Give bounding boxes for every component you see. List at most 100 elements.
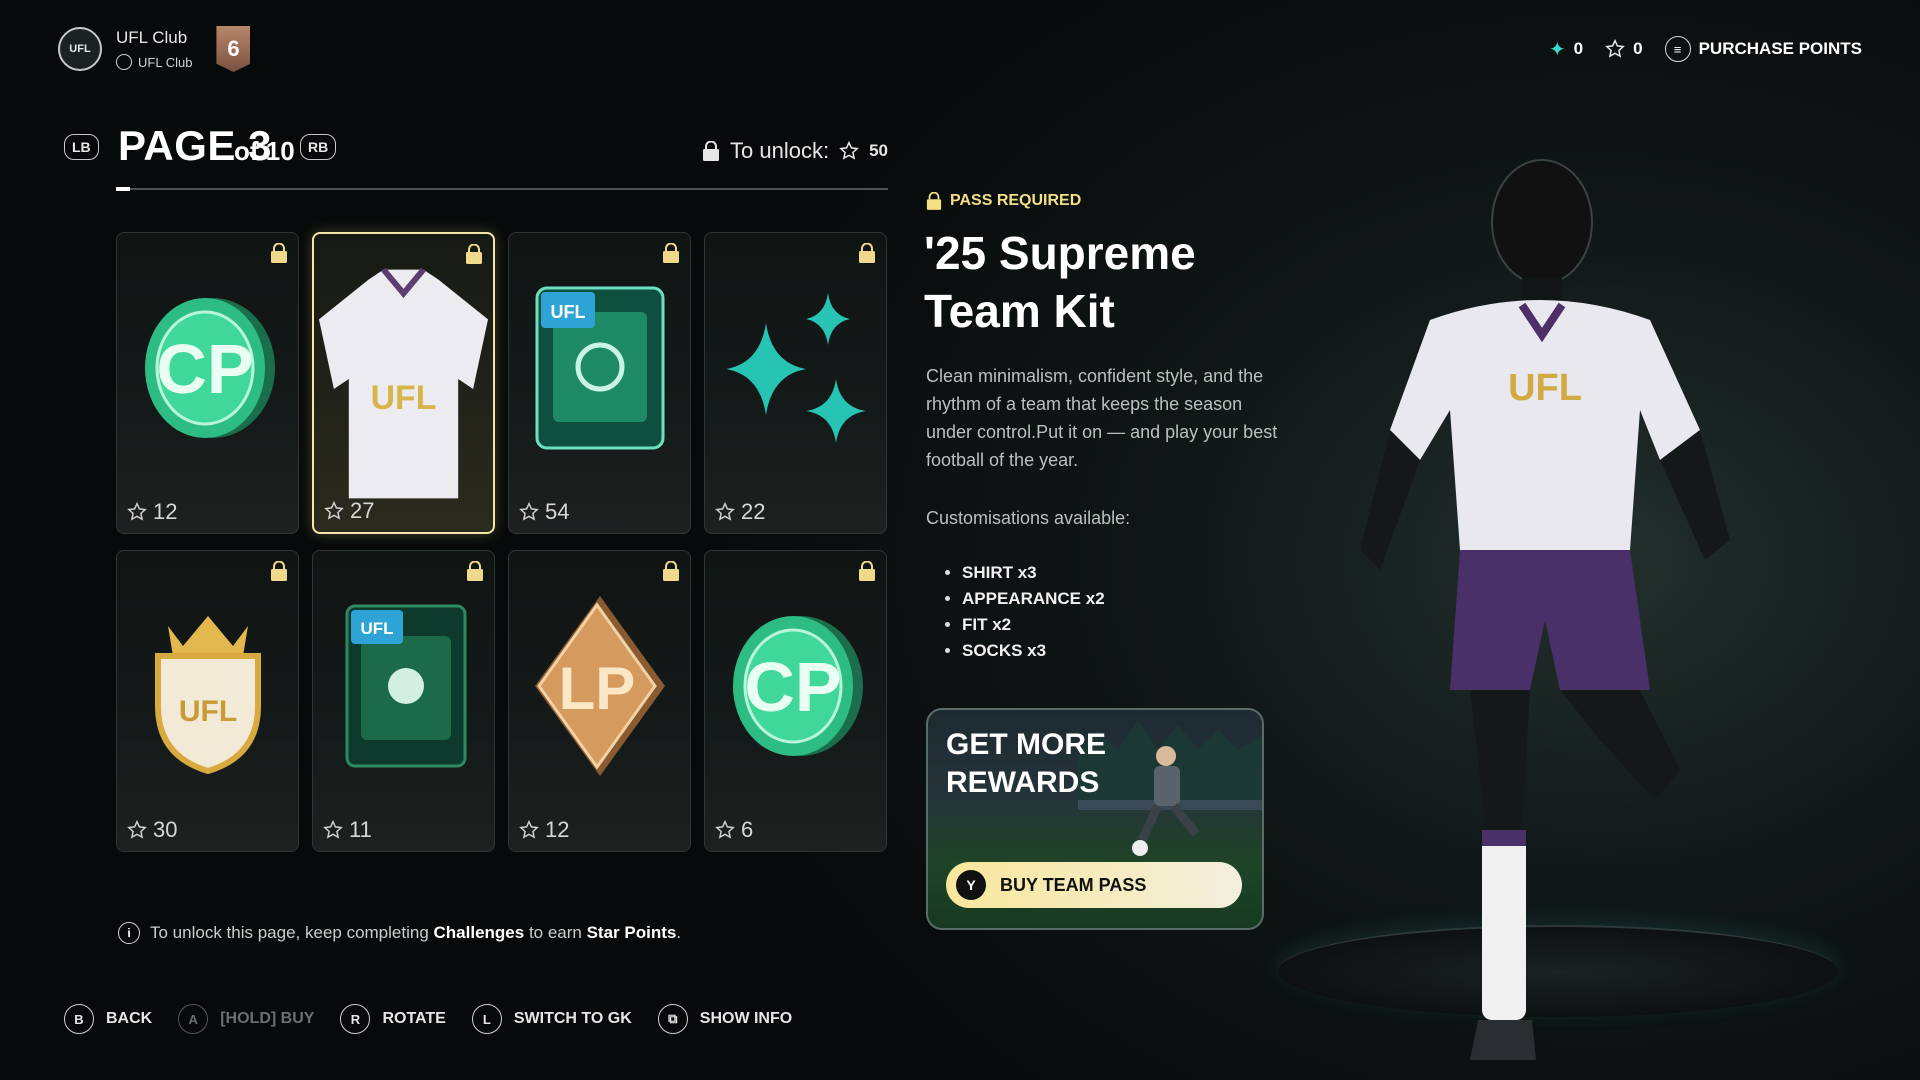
green-pack-icon: UFL bbox=[313, 581, 494, 791]
svg-text:UFL: UFL bbox=[550, 302, 585, 322]
page-progress-line bbox=[116, 187, 888, 191]
page-of: of 10 bbox=[234, 136, 295, 166]
switch-label: SWITCH TO GK bbox=[513, 1010, 632, 1027]
footer-controls: B BACK A [HOLD] BUY R ROTATE L SWITCH TO GK … bbox=[64, 1004, 792, 1034]
club-sub: UFL Club bbox=[116, 54, 192, 70]
card-cost: 12 bbox=[519, 817, 569, 843]
unlock-cost: To unlock: 50 bbox=[702, 138, 888, 164]
sparks-icon: ✦ bbox=[1548, 38, 1566, 61]
lb-button[interactable]: LB bbox=[64, 134, 99, 160]
buy-label: [HOLD] BUY bbox=[220, 1010, 315, 1027]
reward-card-card-pack[interactable]: UFL 54 bbox=[508, 232, 691, 534]
l-stick-icon: L bbox=[471, 1004, 502, 1034]
svg-text:CP: CP bbox=[156, 330, 253, 408]
info-suffix: . bbox=[676, 923, 682, 942]
cost-value: 12 bbox=[153, 499, 178, 524]
unlock-label: To unlock: bbox=[730, 138, 830, 163]
pass-required-label: PASS REQUIRED bbox=[950, 192, 1082, 209]
svg-text:UFL: UFL bbox=[360, 619, 393, 638]
star-points-value: 0 bbox=[1633, 39, 1643, 58]
menu-icon: ≡ bbox=[1664, 36, 1691, 62]
show-info-label: SHOW INFO bbox=[699, 1010, 793, 1027]
reward-card-cp-coin-2[interactable]: CP 6 bbox=[704, 550, 887, 852]
hold-buy-button[interactable]: A [HOLD] BUY bbox=[178, 1004, 314, 1034]
r-stick-icon: R bbox=[340, 1004, 371, 1034]
cp-coin-icon: CP bbox=[117, 263, 298, 473]
reward-card-sparkles[interactable]: 22 bbox=[704, 232, 887, 534]
lock-icon bbox=[926, 192, 942, 210]
unlock-info-text: To unlock this page, keep completing Cha… bbox=[150, 923, 681, 943]
club-sub-name: UFL Club bbox=[138, 54, 193, 70]
club-header: UFL UFL Club UFL Club 6 bbox=[58, 26, 251, 72]
back-button[interactable]: B BACK bbox=[64, 1004, 152, 1034]
reward-card-cp-coin[interactable]: CP 12 bbox=[116, 232, 299, 534]
svg-text:UFL: UFL bbox=[178, 695, 236, 728]
card-cost: 22 bbox=[715, 499, 765, 525]
customisations-list: SHIRT x3 APPEARANCE x2 FIT x2 SOCKS x3 bbox=[942, 560, 1105, 664]
card-cost: 6 bbox=[715, 817, 753, 843]
lock-icon bbox=[271, 243, 287, 263]
reward-card-lp-token[interactable]: LP 12 bbox=[508, 550, 691, 852]
pass-required-badge: PASS REQUIRED bbox=[926, 192, 1081, 210]
club-crest-icon: UFL bbox=[117, 581, 298, 791]
cp-coin-icon: CP bbox=[705, 581, 886, 791]
svg-text:LP: LP bbox=[558, 655, 635, 722]
cost-value: 6 bbox=[741, 817, 754, 842]
star-points-icon bbox=[324, 501, 344, 520]
challenges-link: Challenges bbox=[433, 923, 525, 942]
svg-text:UFL: UFL bbox=[1508, 367, 1582, 409]
info-icon: i bbox=[118, 922, 140, 944]
b-key-icon: B bbox=[64, 1004, 94, 1034]
club-logo: UFL bbox=[58, 27, 102, 71]
star-points-icon bbox=[519, 820, 539, 839]
kit-shirt-icon: UFL bbox=[314, 254, 493, 504]
item-description: Clean minimalism, confident style, and t… bbox=[926, 366, 1278, 470]
lock-icon bbox=[663, 243, 679, 263]
purchase-points-label: PURCHASE POINTS bbox=[1698, 39, 1862, 58]
star-points-icon bbox=[519, 502, 539, 521]
lock-icon bbox=[663, 561, 679, 581]
lock-icon bbox=[467, 561, 483, 581]
promo-title-line: REWARDS bbox=[946, 766, 1100, 799]
cost-value: 11 bbox=[349, 817, 372, 842]
star-points-icon bbox=[715, 502, 735, 521]
reward-card-club-crest[interactable]: UFL 30 bbox=[116, 550, 299, 852]
purchase-points-button[interactable]: ≡ PURCHASE POINTS bbox=[1664, 36, 1862, 62]
card-cost: 11 bbox=[323, 817, 372, 843]
cost-value: 12 bbox=[545, 817, 570, 842]
reward-card-supreme-kit[interactable]: UFL 27 bbox=[312, 232, 495, 534]
cost-value: 30 bbox=[153, 817, 178, 842]
unlock-value: 50 bbox=[869, 141, 888, 160]
lock-icon bbox=[703, 141, 720, 161]
star-points-icon bbox=[839, 141, 859, 160]
back-label: BACK bbox=[106, 1010, 153, 1027]
customisation-item: APPEARANCE x2 bbox=[962, 586, 1105, 612]
club-name: UFL Club bbox=[116, 28, 188, 47]
promo-title-line: GET MORE bbox=[946, 728, 1107, 761]
sparkles-icon bbox=[705, 263, 886, 473]
lock-icon bbox=[271, 561, 287, 581]
y-key-icon: Y bbox=[956, 870, 986, 900]
switch-to-gk-button[interactable]: L SWITCH TO GK bbox=[471, 1004, 632, 1034]
club-ball-icon bbox=[116, 54, 132, 70]
info-middle: to earn bbox=[524, 923, 587, 942]
sparks-value: 0 bbox=[1573, 39, 1584, 58]
rb-button[interactable]: RB bbox=[300, 134, 337, 160]
lock-icon bbox=[859, 243, 875, 263]
star-points-text: Star Points bbox=[586, 923, 677, 942]
get-more-rewards-promo[interactable]: GET MORE REWARDS Y BUY TEAM PASS bbox=[926, 708, 1264, 930]
card-cost: 12 bbox=[127, 499, 177, 525]
buy-team-pass-button[interactable]: Y BUY TEAM PASS bbox=[946, 862, 1242, 908]
reward-card-green-pack[interactable]: UFL 11 bbox=[312, 550, 495, 852]
show-info-button[interactable]: ⧉ SHOW INFO bbox=[657, 1004, 793, 1034]
card-pack-icon: UFL bbox=[509, 263, 690, 473]
star-points-counter: 0 bbox=[1605, 39, 1643, 59]
a-key-icon: A bbox=[178, 1004, 209, 1034]
card-cost: 27 bbox=[324, 498, 374, 524]
rotate-button[interactable]: R ROTATE bbox=[340, 1004, 446, 1034]
currency-bar: ✦ 0 0 ≡ PURCHASE POINTS bbox=[1549, 36, 1862, 62]
buy-team-pass-label: BUY TEAM PASS bbox=[1000, 874, 1147, 895]
player-model-image[interactable]: UFL bbox=[1260, 130, 1820, 1080]
star-points-icon bbox=[323, 820, 343, 839]
star-points-icon bbox=[1605, 39, 1625, 58]
